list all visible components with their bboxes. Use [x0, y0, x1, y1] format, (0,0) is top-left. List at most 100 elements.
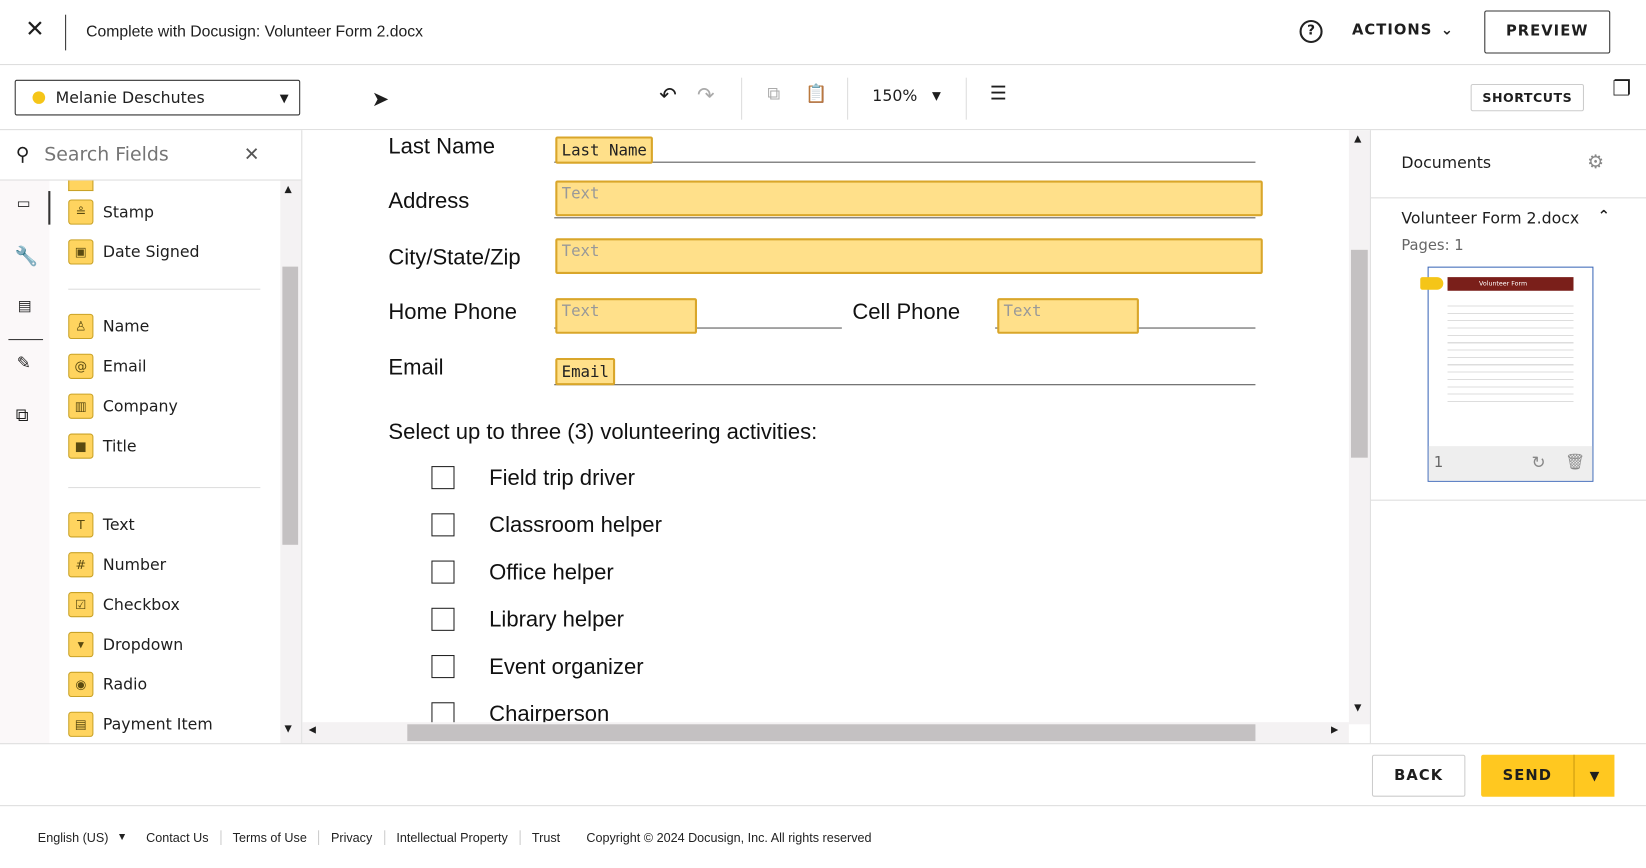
activity-checkbox[interactable]	[431, 607, 455, 631]
scroll-thumb[interactable]	[282, 266, 299, 545]
send-button[interactable]: SEND	[1481, 754, 1574, 797]
field-item-label: Number	[102, 555, 167, 575]
document-name[interactable]: Volunteer Form 2.docx	[1401, 209, 1579, 228]
footer-link[interactable]: Intellectual Property	[383, 829, 519, 845]
zoom-select[interactable]: 150% ▼	[872, 86, 941, 107]
activity-checkbox[interactable]	[431, 466, 455, 490]
copy-icon[interactable]: ⧉	[767, 84, 780, 105]
back-button[interactable]: BACK	[1371, 754, 1466, 797]
field-item-radio[interactable]: ◉ Radio	[49, 664, 280, 704]
address-field[interactable]: Text	[555, 180, 1263, 217]
activity-label: Field trip driver	[489, 466, 635, 491]
search-input[interactable]	[44, 143, 244, 166]
thumbnail-title: Volunteer Form	[1447, 277, 1574, 291]
footer: English (US) ▼ Contact Us Terms of Use Priv…	[0, 806, 1646, 868]
field-item-name[interactable]: ♙ Name	[49, 307, 280, 347]
divider	[68, 487, 261, 489]
activity-checkbox[interactable]	[431, 655, 455, 679]
language-select[interactable]: English (US)	[38, 830, 109, 845]
field-item-label: Dropdown	[102, 635, 184, 654]
field-item-date-signed[interactable]: ▣ Date Signed	[49, 232, 280, 272]
dropdown-icon: ▾	[68, 631, 94, 658]
field-marker-icon	[1420, 277, 1444, 290]
activity-checkbox[interactable]	[431, 560, 455, 584]
field-item-label: Company	[102, 396, 178, 416]
scroll-up-icon[interactable]: ▲	[1354, 134, 1361, 144]
footer-link[interactable]: Contact Us	[146, 830, 220, 845]
activity-label: Classroom helper	[489, 513, 662, 538]
rotate-icon[interactable]: ↻	[1532, 452, 1546, 472]
redo-icon[interactable]: ↷	[697, 82, 715, 107]
pencil-icon[interactable]: ✎	[17, 353, 31, 373]
scroll-down-icon[interactable]: ▼	[1354, 703, 1361, 713]
activity-checkbox[interactable]	[431, 513, 455, 537]
clear-search-icon[interactable]: ✕	[244, 144, 260, 166]
email-field[interactable]: Email	[555, 357, 616, 386]
recipient-color-dot	[32, 91, 46, 104]
thumbnail-footer: 1 ↻ 🗑	[1428, 446, 1593, 481]
paste-icon[interactable]: 📋	[805, 84, 827, 105]
footer-link[interactable]: Trust	[519, 829, 571, 845]
activity-label: Event organizer	[489, 655, 644, 680]
field-item-label: Payment Item	[102, 714, 213, 734]
radio-icon: ◉	[68, 671, 94, 698]
search-icon: ⚲	[15, 143, 30, 166]
field-item-label: Text	[102, 515, 135, 535]
caret-down-icon: ▼	[279, 90, 289, 105]
briefcase-icon: ■	[68, 433, 94, 459]
tools-icon[interactable]: 🔧	[15, 246, 39, 268]
preview-button[interactable]: PREVIEW	[1484, 10, 1611, 54]
add-comment-icon[interactable]: ☰	[990, 83, 1007, 105]
city-state-zip-field[interactable]: Text	[555, 238, 1263, 274]
scroll-thumb[interactable]	[1350, 249, 1368, 458]
page-thumbnail[interactable]: Volunteer Form 1 ↻ 🗑	[1420, 266, 1594, 482]
send-options-caret-icon[interactable]: ▼	[1573, 754, 1615, 797]
fields-tab-icon[interactable]: ▭	[17, 195, 31, 212]
field-list-scrollbar[interactable]: ▲ ▼	[280, 180, 302, 744]
field-item-text[interactable]: T Text	[49, 505, 280, 545]
footer-link[interactable]: Terms of Use	[220, 829, 318, 845]
document-horizontal-scrollbar[interactable]: ◀ ▶	[302, 722, 1349, 744]
scroll-up-icon[interactable]: ▲	[284, 185, 291, 195]
recipient-select[interactable]: Melanie Deschutes ▼	[14, 79, 301, 116]
shortcuts-button[interactable]: SHORTCUTS	[1470, 83, 1584, 112]
last-name-field[interactable]: Last Name	[555, 136, 654, 164]
chevron-up-icon[interactable]: ⌃	[1598, 208, 1610, 225]
undo-icon[interactable]: ↶	[659, 82, 677, 107]
field-item-dropdown[interactable]: ▾ Dropdown	[49, 625, 280, 665]
documents-panel: Documents ⚙ Volunteer Form 2.docx ⌃ Page…	[1369, 130, 1646, 744]
home-phone-field[interactable]: Text	[555, 298, 698, 334]
activity-label: Office helper	[489, 560, 614, 585]
scroll-left-icon[interactable]: ◀	[309, 725, 316, 735]
cell-phone-field[interactable]: Text	[997, 298, 1139, 334]
calendar-icon: ▣	[68, 239, 94, 265]
form-icon[interactable]: ▤	[18, 298, 32, 315]
devices-icon[interactable]: ⧉	[16, 405, 29, 426]
label-city-state-zip: City/State/Zip	[388, 245, 521, 270]
field-item-checkbox[interactable]: ☑ Checkbox	[49, 585, 280, 625]
field-item-title[interactable]: ■ Title	[49, 426, 280, 466]
field-item-email[interactable]: @ Email	[49, 346, 280, 386]
close-icon[interactable]: ✕	[25, 17, 44, 43]
field-item-stamp[interactable]: ≗ Stamp	[49, 192, 280, 232]
documents-panel-icon[interactable]: ❐	[1612, 76, 1631, 101]
field-item-payment-item[interactable]: ▤ Payment Item	[49, 704, 280, 743]
trash-icon[interactable]: 🗑	[1565, 452, 1585, 471]
footer-link[interactable]: Privacy	[318, 829, 383, 845]
scroll-down-icon[interactable]: ▼	[284, 724, 291, 734]
help-icon[interactable]: ?	[1299, 19, 1323, 44]
scroll-right-icon[interactable]: ▶	[1331, 725, 1338, 735]
actions-menu[interactable]: ACTIONS ⌄	[1352, 22, 1453, 39]
stamp-icon: ≗	[68, 199, 94, 225]
settings-gear-icon[interactable]: ⚙	[1587, 151, 1604, 173]
field-item-company[interactable]: ▥ Company	[49, 386, 280, 426]
scroll-thumb[interactable]	[407, 724, 1256, 742]
field-item-number[interactable]: # Number	[49, 545, 280, 585]
activities-heading: Select up to three (3) volunteering acti…	[388, 419, 818, 445]
document-vertical-scrollbar[interactable]: ▲ ▼	[1348, 130, 1370, 725]
chevron-down-icon: ⌄	[1440, 22, 1454, 39]
caret-down-icon: ▼	[932, 89, 941, 103]
field-item-label: Radio	[102, 674, 148, 694]
documents-title: Documents	[1401, 153, 1492, 173]
mouse-cursor-icon: ➤	[371, 86, 390, 112]
